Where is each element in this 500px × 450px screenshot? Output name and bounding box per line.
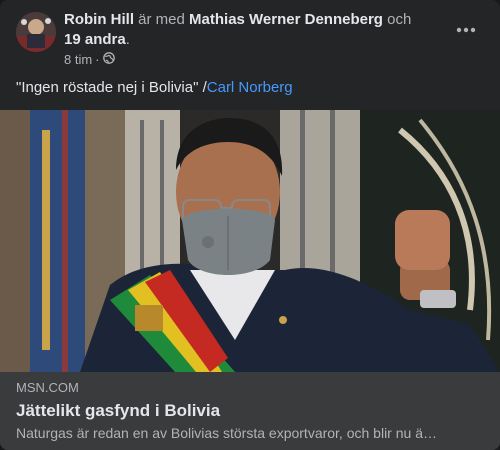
mention-link[interactable]: Carl Norberg — [207, 79, 293, 96]
post-message-text: "Ingen röstade nej i Bolivia" / — [16, 79, 207, 96]
tagged-others-link[interactable]: 19 andra — [64, 31, 126, 48]
link-title[interactable]: Jättelikt gasfynd i Bolivia — [16, 400, 220, 422]
post-message: "Ingen röstade nej i Bolivia" /Carl Norb… — [16, 78, 484, 98]
author-avatar[interactable] — [16, 12, 56, 52]
link-preview-image[interactable] — [0, 110, 500, 372]
link-preview-card[interactable]: MSN.COM Jättelikt gasfynd i Bolivia Natu… — [0, 372, 500, 450]
link-description: Naturgas är redan en av Bolivias största… — [16, 425, 437, 441]
tagged-person-link[interactable]: Mathias Werner Denneberg — [189, 11, 383, 28]
author-name-link[interactable]: Robin Hill — [64, 11, 134, 28]
post-attribution: Robin Hill är med Mathias Werner Dennebe… — [64, 10, 444, 50]
avatar-image — [16, 12, 56, 52]
globe-icon[interactable] — [102, 52, 115, 68]
with-connector: är med — [138, 11, 185, 28]
feed-post: Robin Hill är med Mathias Werner Dennebe… — [0, 0, 500, 450]
more-options-icon[interactable] — [448, 18, 484, 42]
period: . — [125, 31, 130, 48]
post-header: Robin Hill är med Mathias Werner Dennebe… — [16, 10, 484, 70]
and-connector: och — [387, 11, 412, 28]
post-timestamp[interactable]: 8 tim — [64, 52, 92, 68]
link-domain: MSN.COM — [16, 380, 79, 395]
preview-photo — [0, 110, 500, 372]
post-subline: 8 tim · — [64, 52, 115, 68]
separator-dot: · — [95, 52, 100, 67]
